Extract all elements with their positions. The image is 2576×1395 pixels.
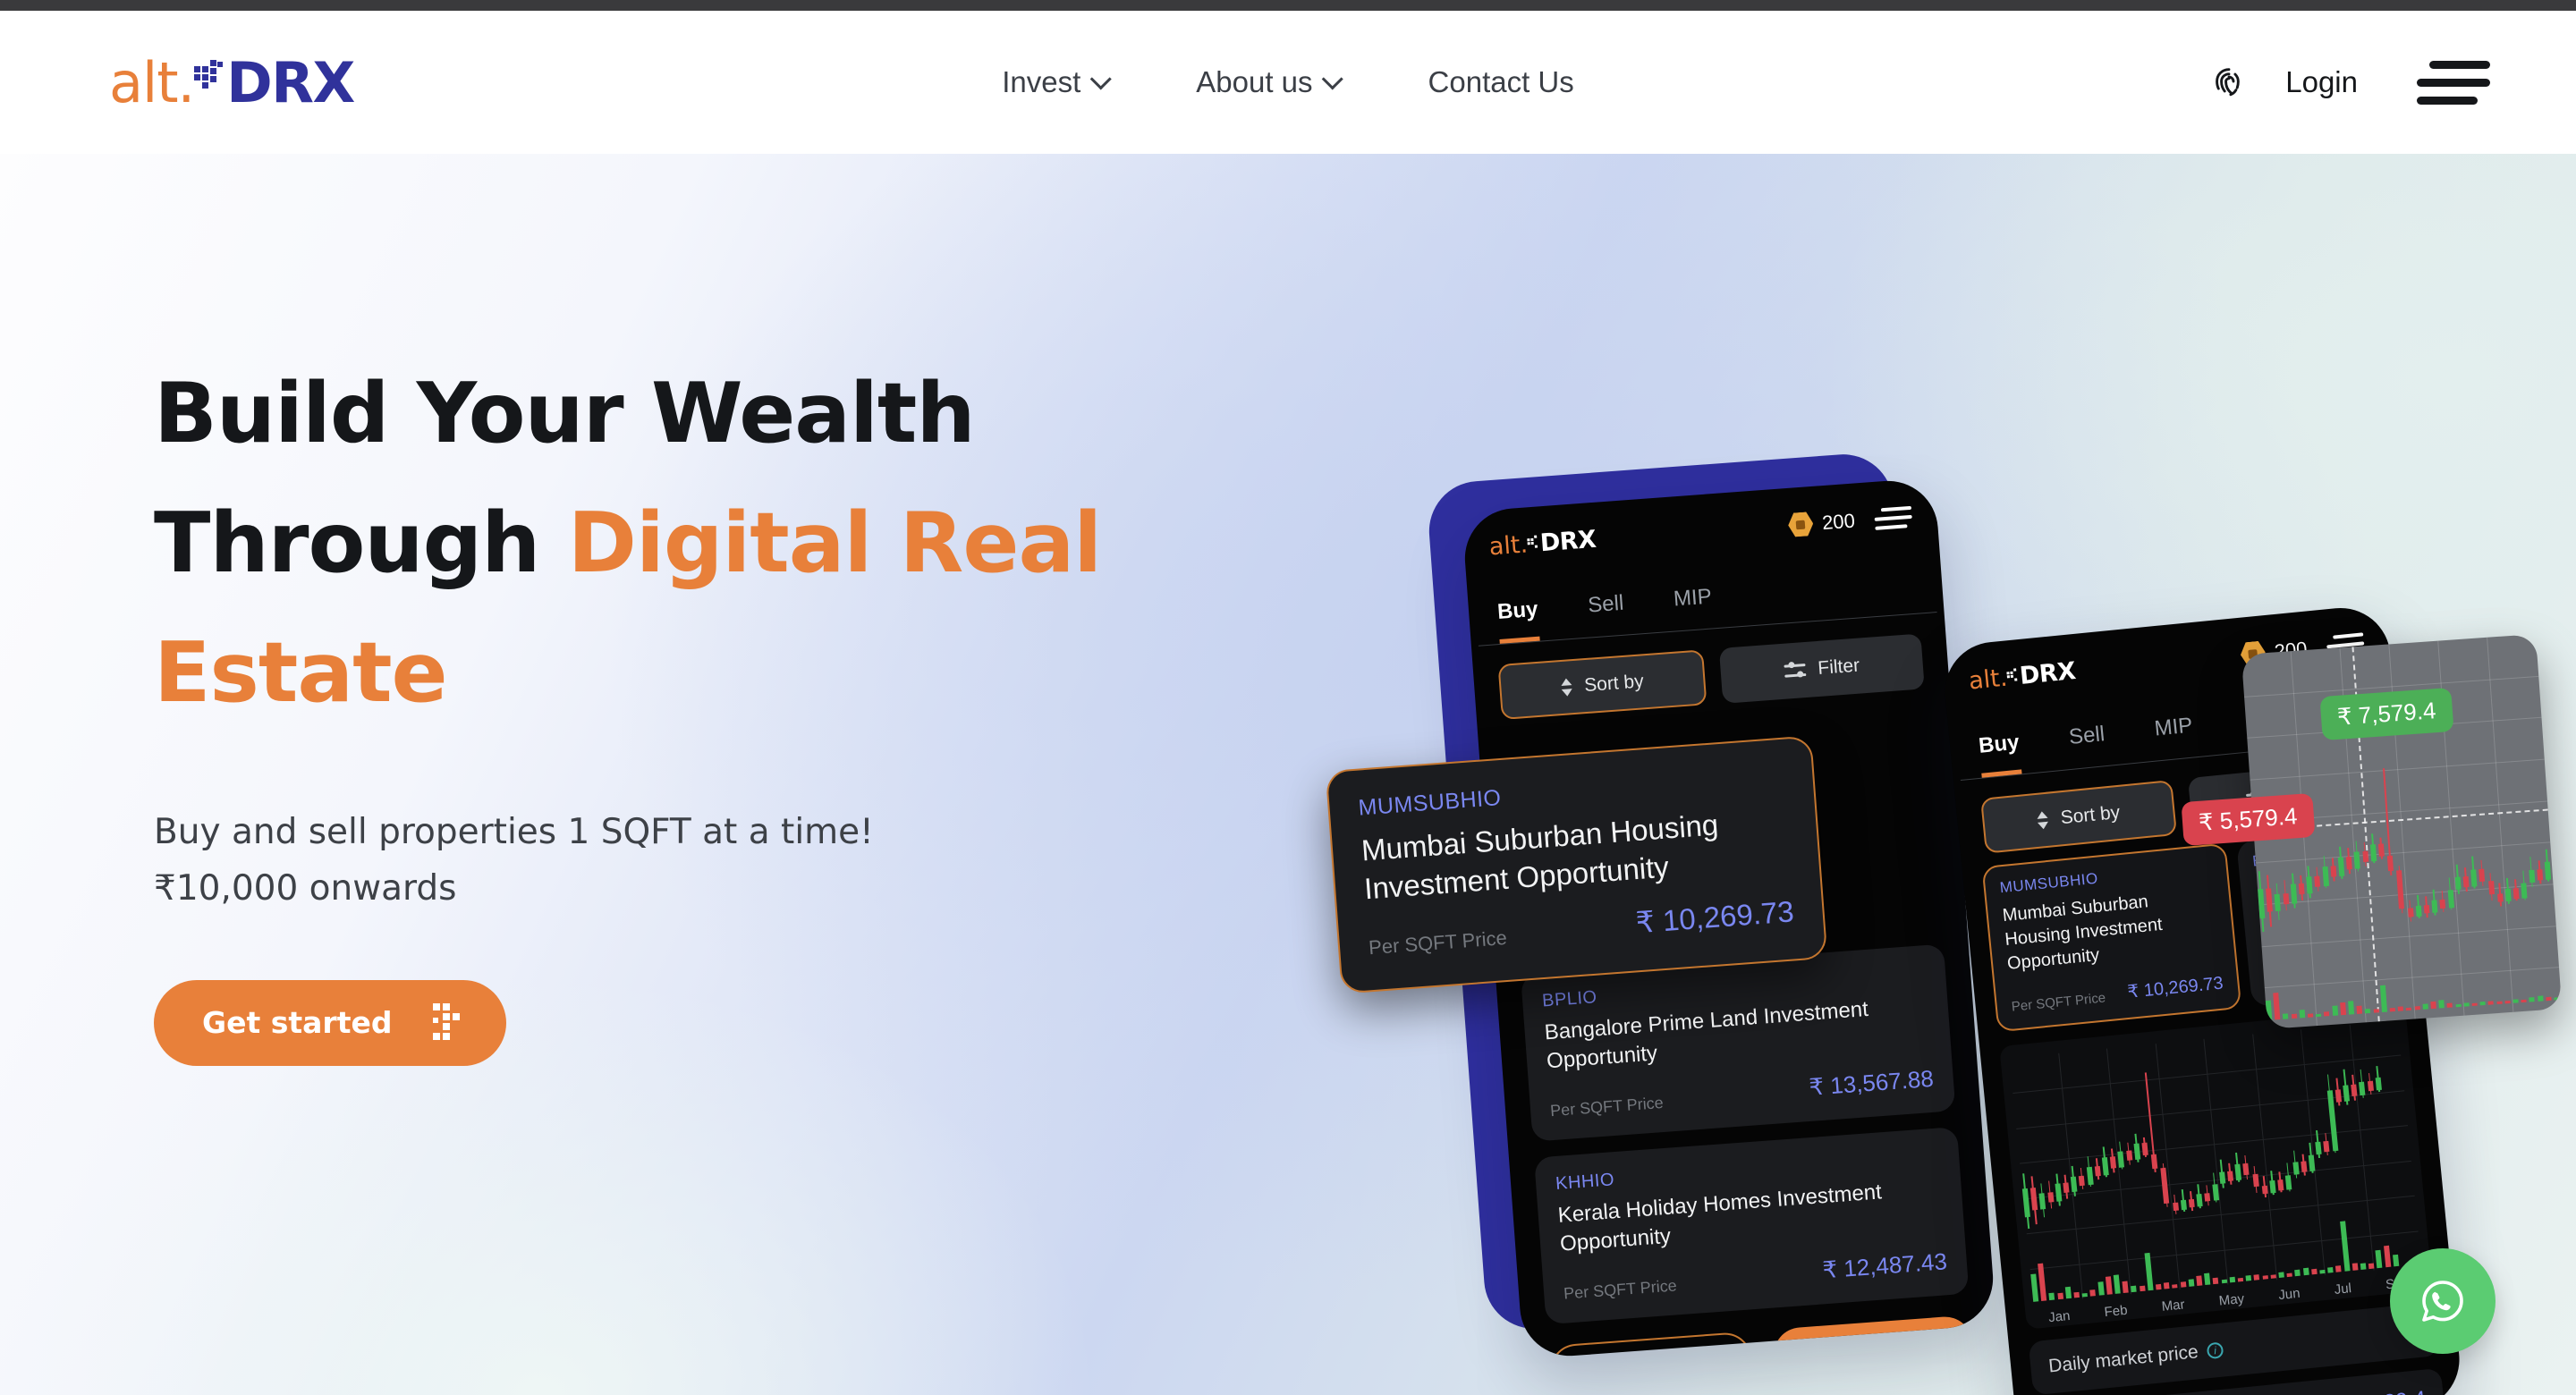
nav-item-invest[interactable]: Invest [1002, 65, 1112, 99]
hero-heading-line1: Build Your Wealth [154, 365, 976, 461]
brand-logo-drx: DRX [226, 49, 355, 115]
whatsapp-icon [2422, 1281, 2463, 1322]
site-header: alt. DRX Invest About us Contact Us Logi… [0, 11, 2576, 154]
listing-title: Mumbai Suburban Housing Investment Oppor… [2001, 892, 2164, 974]
chart-month-label: May [2218, 1290, 2245, 1309]
nav-item-about-us-label: About us [1196, 65, 1313, 98]
phone-a-listing-khhio[interactable]: KHHIO Kerala Holiday Homes Investment Op… [1534, 1126, 1970, 1324]
price-badge-high: ₹ 7,579.4 [2319, 687, 2454, 741]
chart-month-label: Jun [2277, 1285, 2301, 1304]
login-button[interactable]: Login [2285, 65, 2358, 99]
phone-a-logo-alt: alt. [1487, 530, 1530, 562]
hero-heading-line2-accent: Digital Real [567, 495, 1102, 592]
buy-now-button[interactable]: Buy now [1771, 1314, 1975, 1360]
hero-heading-line2: Through Digital Real [154, 478, 1227, 608]
header-actions: Login [2208, 60, 2490, 105]
phone-a-tab-sell[interactable]: Sell [1587, 591, 1626, 638]
brand-logo[interactable]: alt. DRX [109, 49, 355, 115]
nav-item-about-us[interactable]: About us [1196, 65, 1344, 99]
pixel-arrow-right-icon [433, 1002, 463, 1043]
phone-a-filter-label: Filter [1817, 655, 1860, 679]
phone-b-tab-sell[interactable]: Sell [2068, 722, 2108, 769]
listing-persqft-label: Per SQFT Price [1563, 1275, 1678, 1303]
coin-icon [1787, 511, 1814, 537]
sort-updown-icon [2037, 810, 2049, 830]
featured-persqft-label: Per SQFT Price [1368, 926, 1508, 960]
hero-copy: Build Your Wealth Through Digital Real E… [154, 349, 1227, 1066]
listing-footer: Per SQFT Price ₹ 12,487.43 [1563, 1247, 1948, 1303]
chevron-down-icon [1089, 67, 1112, 90]
chevron-down-icon [1322, 67, 1344, 90]
fingerprint-icon[interactable] [2208, 62, 2250, 103]
hero-heading-line2-plain: Through [154, 495, 568, 592]
listing-persqft-label: Per SQFT Price [2011, 990, 2106, 1015]
phone-mockups: alt. DRX 200 Buy Sell MIP Sort by Filter… [1325, 451, 2576, 1395]
phone-a-logo-pixel-icon [1527, 535, 1540, 552]
browser-top-strip [0, 0, 2576, 11]
hamburger-menu-icon[interactable] [2417, 60, 2490, 105]
listing-footer: Per SQFT Price ₹ 10,269.73 [2010, 972, 2224, 1015]
listing-footer: Per SQFT Price ₹ 13,567.88 [1549, 1065, 1935, 1120]
chart-month-label: Mar [2160, 1297, 2186, 1315]
phone-b-tab-mip[interactable]: MIP [2153, 714, 2195, 761]
nav-item-invest-label: Invest [1002, 65, 1081, 98]
price-badge-low: ₹ 5,579.4 [2181, 792, 2316, 847]
hero-subtitle-line2: ₹10,000 onwards [154, 868, 457, 909]
chart-month-label: Jan [2047, 1307, 2072, 1326]
phone-b-tab-buy[interactable]: Buy [1977, 730, 2022, 778]
burger-line [2417, 78, 2490, 87]
featured-listing-price: ₹ 10,269.73 [1634, 894, 1795, 940]
chart-month-label: Jul [2333, 1281, 2352, 1298]
hero-subtitle: Buy and sell properties 1 SQFT at a time… [154, 804, 1227, 917]
listing-persqft-label: Per SQFT Price [1549, 1093, 1665, 1120]
brand-logo-pixel-icon [194, 60, 225, 100]
phone-a-tab-buy[interactable]: Buy [1496, 596, 1541, 644]
phone-b-listing-mumsubhio[interactable]: MUMSUBHIO Mumbai Suburban Housing Invest… [1981, 842, 2242, 1033]
brand-logo-alt: alt. [109, 49, 195, 115]
info-icon[interactable]: i [2206, 1341, 2224, 1360]
coin-count: 200 [1821, 509, 1856, 534]
featured-listing-title: Mumbai Suburban Housing Investment Oppor… [1360, 807, 1720, 906]
phone-b-logo-alt: alt. [1967, 664, 2009, 696]
get-started-button[interactable]: Get started [154, 979, 507, 1066]
limit-price-value: ₹ 8,689.4 [2334, 1386, 2427, 1395]
daily-market-price-head: Daily market price i [2047, 1320, 2419, 1377]
phone-a-menu-icon[interactable] [1874, 505, 1913, 530]
phone-a-coin-balance[interactable]: 200 [1787, 508, 1856, 537]
hero-heading: Build Your Wealth Through Digital Real E… [154, 349, 1227, 738]
hero-section: Build Your Wealth Through Digital Real E… [0, 154, 2576, 1395]
burger-line [2429, 60, 2490, 69]
phone-a-tab-mip[interactable]: MIP [1673, 584, 1714, 630]
get-started-label: Get started [202, 1005, 393, 1041]
overlay-candlestick-series [2250, 757, 2558, 983]
listing-price: ₹ 10,269.73 [2126, 973, 2224, 1002]
filter-icon [1784, 661, 1807, 680]
phone-b-logo-pixel-icon [2006, 667, 2020, 685]
know-more-button[interactable]: Know more [1547, 1331, 1755, 1360]
featured-listing-card[interactable]: MUMSUBHIO Mumbai Suburban Housing Invest… [1325, 735, 1828, 994]
phone-a-logo-drx: DRX [1538, 525, 1597, 558]
chart-month-label: Feb [2103, 1302, 2129, 1321]
whatsapp-button[interactable] [2390, 1248, 2496, 1354]
listing-price: ₹ 12,487.43 [1821, 1247, 1948, 1283]
daily-market-price-label: Daily market price [2047, 1341, 2199, 1377]
nav-item-contact-us[interactable]: Contact Us [1428, 65, 1574, 99]
price-chart: JanFebMarMayJunJulSep [1999, 1006, 2434, 1330]
nav-item-contact-us-label: Contact Us [1428, 65, 1574, 98]
listing-price: ₹ 13,567.88 [1808, 1064, 1935, 1101]
hero-subtitle-line1: Buy and sell properties 1 SQFT at a time… [154, 812, 874, 853]
sort-updown-icon [1560, 678, 1573, 698]
burger-line [2417, 96, 2478, 105]
phone-a-sort-label: Sort by [1583, 671, 1645, 697]
phone-b-sort-label: Sort by [2059, 801, 2122, 829]
hero-heading-line3-accent: Estate [154, 624, 448, 722]
main-navigation: Invest About us Contact Us [1002, 65, 1574, 99]
